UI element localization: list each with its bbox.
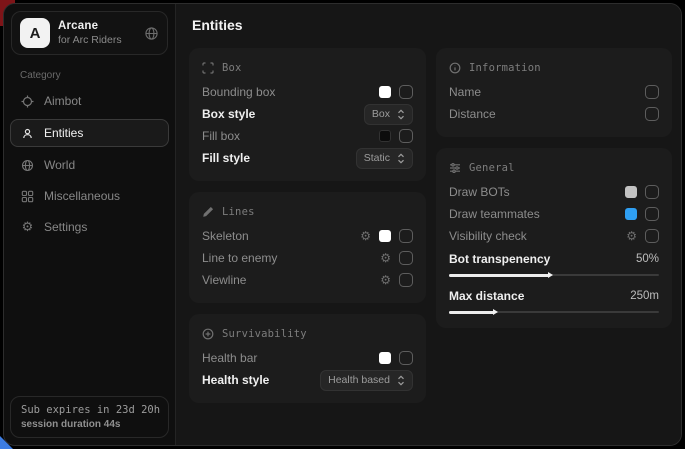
- card-box-header: Box: [202, 58, 413, 78]
- sidebar-nav: Aimbot Entities World: [4, 88, 175, 240]
- row-line-to-enemy: Line to enemy ⚙: [202, 247, 413, 269]
- crosshair-icon: [20, 95, 35, 108]
- card-general-header: General: [449, 158, 659, 178]
- globe-icon[interactable]: [144, 26, 159, 41]
- world-icon: [20, 159, 35, 172]
- draw-teammates-checkbox[interactable]: [645, 207, 659, 221]
- health-bar-checkbox[interactable]: [399, 351, 413, 365]
- chevron-up-down-icon: [397, 153, 405, 164]
- card-box: Box Bounding box Box style Box: [189, 48, 426, 181]
- subscription-card: Sub expires in 23d 20h session duration …: [10, 396, 169, 438]
- sidebar-item-label: Miscellaneous: [44, 189, 120, 203]
- dropdown-value: Static: [364, 152, 390, 164]
- slider-thumb[interactable]: [548, 272, 553, 278]
- brand-subtitle: for Arc Riders: [58, 34, 122, 46]
- max-distance-slider[interactable]: [449, 311, 659, 313]
- skeleton-color-swatch[interactable]: [379, 230, 391, 242]
- dropdown-value: Box: [372, 108, 390, 120]
- bounding-box-color-swatch[interactable]: [379, 86, 391, 98]
- row-fill-style: Fill style Static: [202, 147, 413, 169]
- name-checkbox[interactable]: [645, 85, 659, 99]
- page-title: Entities: [192, 17, 672, 33]
- sidebar-item-label: Aimbot: [44, 94, 81, 108]
- box-style-dropdown[interactable]: Box: [364, 104, 413, 125]
- sidebar-item-aimbot[interactable]: Aimbot: [10, 88, 169, 114]
- grid-icon: [20, 190, 35, 203]
- row-draw-bots: Draw BOTs: [449, 181, 659, 203]
- gear-icon[interactable]: ⚙: [380, 252, 391, 264]
- medical-cross-icon: [202, 328, 214, 340]
- box-corners-icon: [202, 62, 214, 74]
- app-window: A Arcane for Arc Riders Category Aimbot: [3, 3, 682, 446]
- health-bar-color-swatch[interactable]: [379, 352, 391, 364]
- card-lines-header: Lines: [202, 202, 413, 222]
- gear-icon[interactable]: ⚙: [380, 274, 391, 286]
- row-bot-transparency: Bot transpenency 50%: [449, 249, 659, 269]
- sub-expiry-text: Sub expires in 23d 20h: [21, 404, 158, 416]
- draw-bots-checkbox[interactable]: [645, 185, 659, 199]
- row-box-style: Box style Box: [202, 103, 413, 125]
- card-lines: Lines Skeleton ⚙ Line to enemy ⚙: [189, 192, 426, 303]
- person-scan-icon: [20, 127, 35, 140]
- info-icon: [449, 62, 461, 74]
- fill-box-color-swatch[interactable]: [379, 130, 391, 142]
- card-information: Information Name Distance: [436, 48, 672, 137]
- row-visibility-check: Visibility check ⚙: [449, 225, 659, 247]
- sidebar-item-label: Entities: [44, 126, 83, 140]
- line-to-enemy-checkbox[interactable]: [399, 251, 413, 265]
- slider-thumb[interactable]: [493, 309, 498, 315]
- brand-card: A Arcane for Arc Riders: [11, 11, 168, 55]
- bounding-box-checkbox[interactable]: [399, 85, 413, 99]
- row-draw-teammates: Draw teammates: [449, 203, 659, 225]
- sidebar-item-world[interactable]: World: [10, 152, 169, 178]
- gear-icon[interactable]: ⚙: [626, 230, 637, 242]
- main-panel: Entities Box Bounding box: [176, 4, 682, 445]
- row-max-distance: Max distance 250m: [449, 286, 659, 306]
- avatar: A: [20, 18, 50, 48]
- row-viewline: Viewline ⚙: [202, 269, 413, 291]
- draw-teammates-color-swatch[interactable]: [625, 208, 637, 220]
- chevron-up-down-icon: [397, 375, 405, 386]
- chevron-up-down-icon: [397, 109, 405, 120]
- bot-transparency-value: 50%: [636, 253, 659, 265]
- brand-title: Arcane: [58, 20, 122, 32]
- visibility-check-checkbox[interactable]: [645, 229, 659, 243]
- row-health-bar: Health bar: [202, 347, 413, 369]
- draw-bots-color-swatch[interactable]: [625, 186, 637, 198]
- row-skeleton: Skeleton ⚙: [202, 225, 413, 247]
- sidebar-item-miscellaneous[interactable]: Miscellaneous: [10, 183, 169, 209]
- row-bounding-box: Bounding box: [202, 81, 413, 103]
- row-distance: Distance: [449, 103, 659, 125]
- card-survivability: Survivability Health bar Health style: [189, 314, 426, 403]
- fill-style-dropdown[interactable]: Static: [356, 148, 413, 169]
- sidebar-item-label: World: [44, 158, 75, 172]
- row-health-style: Health style Health based: [202, 369, 413, 391]
- sidebar-item-entities[interactable]: Entities: [10, 119, 169, 147]
- fill-box-checkbox[interactable]: [399, 129, 413, 143]
- sliders-icon: [449, 162, 461, 174]
- row-fill-box: Fill box: [202, 125, 413, 147]
- category-label: Category: [20, 70, 175, 81]
- gear-icon: ⚙: [20, 219, 35, 235]
- slider-fill: [449, 274, 550, 277]
- card-general: General Draw BOTs Draw teammates: [436, 148, 672, 328]
- card-survivability-header: Survivability: [202, 324, 413, 344]
- dropdown-value: Health based: [328, 374, 390, 386]
- row-name: Name: [449, 81, 659, 103]
- sidebar: A Arcane for Arc Riders Category Aimbot: [4, 4, 176, 445]
- max-distance-value: 250m: [630, 290, 659, 302]
- health-style-dropdown[interactable]: Health based: [320, 370, 413, 391]
- gear-icon[interactable]: ⚙: [360, 230, 371, 242]
- distance-checkbox[interactable]: [645, 107, 659, 121]
- card-information-header: Information: [449, 58, 659, 78]
- sidebar-item-settings[interactable]: ⚙ Settings: [10, 214, 169, 240]
- bot-transparency-slider[interactable]: [449, 274, 659, 276]
- skeleton-checkbox[interactable]: [399, 229, 413, 243]
- viewline-checkbox[interactable]: [399, 273, 413, 287]
- sidebar-item-label: Settings: [44, 220, 87, 234]
- pencil-line-icon: [202, 206, 214, 218]
- slider-fill: [449, 311, 495, 314]
- session-duration-text: session duration 44s: [21, 419, 158, 430]
